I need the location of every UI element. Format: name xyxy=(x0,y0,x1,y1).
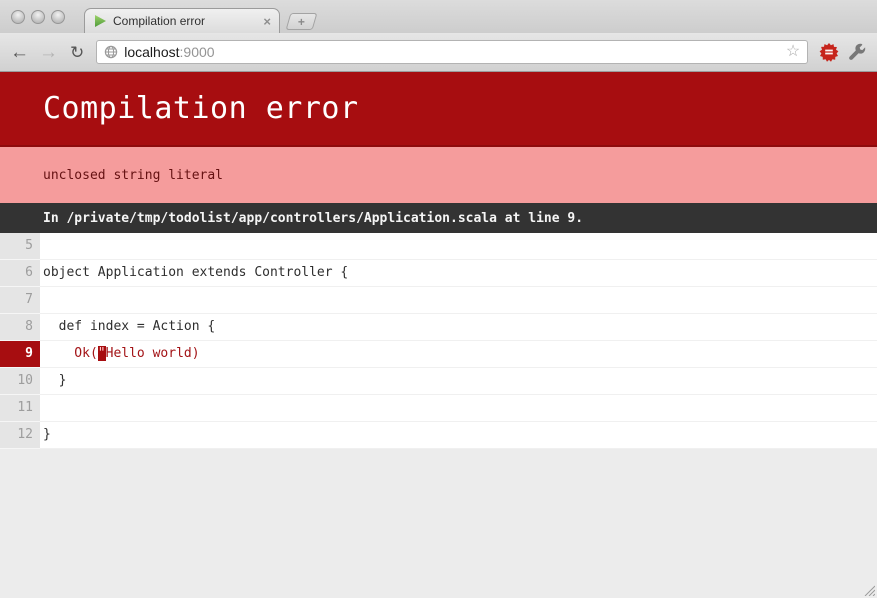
code-line: 5 xyxy=(0,233,877,260)
bookmark-star-icon[interactable]: ☆ xyxy=(786,44,800,60)
code-line: 6 object Application extends Controller … xyxy=(0,260,877,287)
window-controls xyxy=(11,10,65,24)
line-code xyxy=(40,287,43,313)
tab-strip: Compilation error × + xyxy=(0,0,877,33)
code-line: 10 } xyxy=(0,368,877,395)
address-bar[interactable]: localhost:9000 ☆ xyxy=(96,40,808,64)
line-code xyxy=(40,233,43,259)
line-number: 5 xyxy=(0,233,40,260)
line-number: 9 xyxy=(0,341,40,368)
extension-badge-icon xyxy=(819,42,839,62)
line-code: Ok("Hello world) xyxy=(40,341,200,367)
line-code: } xyxy=(40,422,51,448)
line-number: 6 xyxy=(0,260,40,287)
tab-title: Compilation error xyxy=(113,14,257,28)
resize-grip[interactable] xyxy=(862,583,875,596)
line-code: object Application extends Controller { xyxy=(40,260,348,286)
line-code xyxy=(40,395,43,421)
code-listing: 5 6 object Application extends Controlle… xyxy=(0,233,877,449)
error-location: In /private/tmp/todolist/app/controllers… xyxy=(43,211,583,226)
extension-badge-button[interactable] xyxy=(819,42,839,62)
error-message-band: unclosed string literal xyxy=(0,147,877,203)
settings-menu-button[interactable] xyxy=(848,43,867,62)
line-number: 12 xyxy=(0,422,40,449)
code-line: 12 } xyxy=(0,422,877,449)
browser-window: Compilation error × + ← → ↻ localhost:90… xyxy=(0,0,877,598)
minimize-window-button[interactable] xyxy=(31,10,45,24)
url-text: localhost:9000 xyxy=(124,44,214,60)
code-line-error: 9 Ok("Hello world) xyxy=(0,341,877,368)
reload-button[interactable]: ↻ xyxy=(70,44,84,61)
line-code: def index = Action { xyxy=(40,314,215,340)
wrench-icon xyxy=(848,43,867,62)
code-line: 8 def index = Action { xyxy=(0,314,877,341)
play-framework-icon xyxy=(93,14,107,28)
code-after-error: Hello world) xyxy=(106,346,200,361)
error-marker: " xyxy=(98,346,106,361)
line-number: 10 xyxy=(0,368,40,395)
tab-compilation-error[interactable]: Compilation error × xyxy=(84,8,280,33)
line-number: 7 xyxy=(0,287,40,314)
error-location-bar: In /private/tmp/todolist/app/controllers… xyxy=(0,203,877,233)
code-line: 7 xyxy=(0,287,877,314)
tab-close-icon[interactable]: × xyxy=(263,15,271,28)
navigation-toolbar: ← → ↻ localhost:9000 ☆ xyxy=(0,33,877,72)
error-header: Compilation error xyxy=(0,72,877,147)
back-button[interactable]: ← xyxy=(10,43,29,62)
page-title: Compilation error xyxy=(0,91,359,126)
error-message: unclosed string literal xyxy=(43,168,223,183)
url-port: :9000 xyxy=(180,44,215,60)
line-number: 11 xyxy=(0,395,40,422)
globe-icon xyxy=(104,45,118,59)
close-window-button[interactable] xyxy=(11,10,25,24)
code-before-error: Ok( xyxy=(43,346,98,361)
code-line: 11 xyxy=(0,395,877,422)
line-number: 8 xyxy=(0,314,40,341)
forward-button[interactable]: → xyxy=(39,43,58,62)
zoom-window-button[interactable] xyxy=(51,10,65,24)
line-code: } xyxy=(40,368,66,394)
plus-icon: + xyxy=(298,16,305,28)
url-host: localhost xyxy=(124,44,179,60)
new-tab-button[interactable]: + xyxy=(286,13,318,30)
